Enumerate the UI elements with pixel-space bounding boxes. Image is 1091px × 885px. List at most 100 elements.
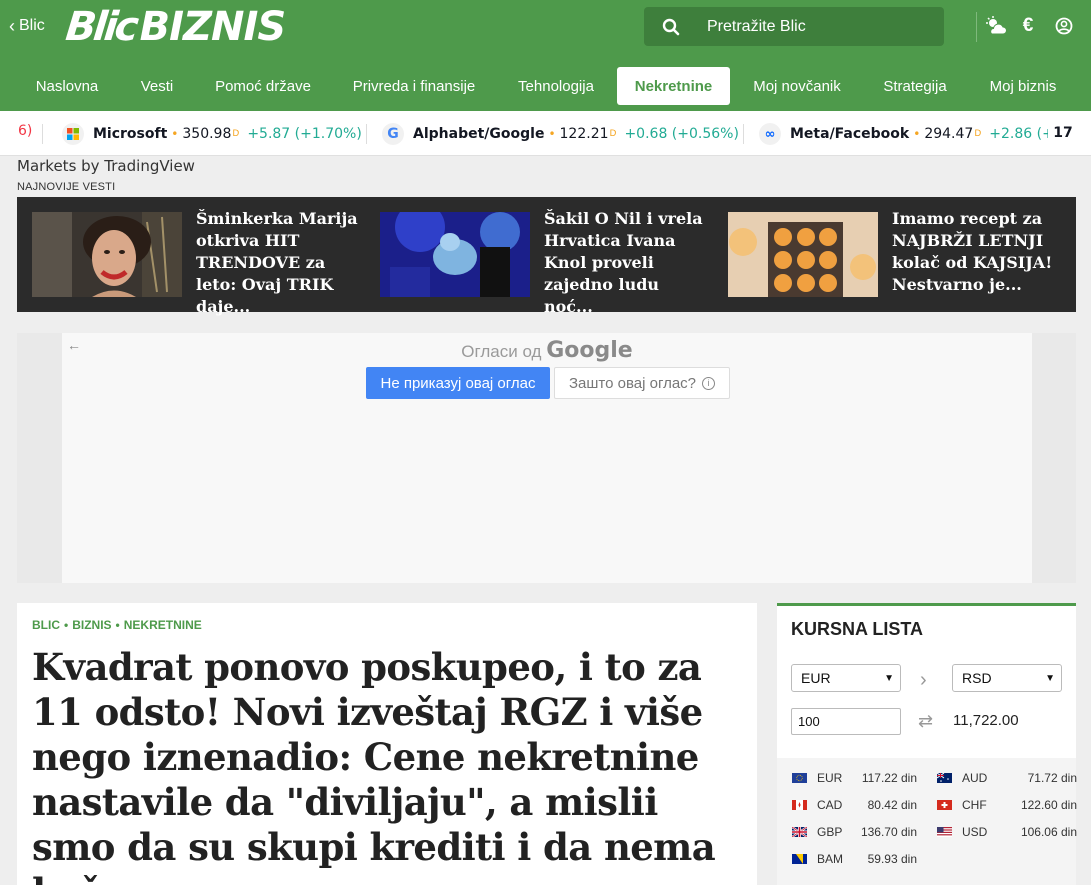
rate-code: AUD bbox=[962, 771, 988, 785]
us-flag-icon bbox=[937, 827, 952, 837]
nav-item-privreda-i-finansije[interactable]: Privreda i finansije bbox=[338, 67, 490, 105]
rate-value: 117.22 din bbox=[861, 771, 917, 785]
ads-by-google-label: Огласи од Google bbox=[62, 338, 1032, 363]
rate-value: 106.06 din bbox=[1020, 825, 1077, 839]
nav-item-moj-novcanik[interactable]: Moj novčanik bbox=[738, 67, 856, 105]
ticker-price: 294.47 bbox=[924, 126, 974, 142]
news-card[interactable]: Imamo recept za NAJBRŽI LETNJI kolač od … bbox=[728, 209, 1057, 297]
blic-biznis-logo[interactable]: Blic BIZNIS bbox=[63, 2, 287, 52]
news-headline[interactable]: Šminkerka Marija otkriva HIT TRENDOVE za… bbox=[196, 208, 361, 316]
logo-blic-text: Blic bbox=[63, 4, 139, 50]
ticker-suffix: D bbox=[974, 129, 982, 139]
rate-row-usd: USD 106.06 din bbox=[937, 823, 1077, 841]
google-wordmark: Google bbox=[546, 338, 633, 363]
breadcrumb: BLIC • BIZNIS • NEKRETNINE bbox=[32, 618, 202, 632]
breadcrumb-blic[interactable]: BLIC bbox=[32, 618, 60, 632]
nav-item-tehnologija[interactable]: Tehnologija bbox=[502, 67, 610, 105]
ad-frame: ← Огласи од Google Не приказуј овај огла… bbox=[62, 333, 1032, 583]
user-account-icon[interactable] bbox=[1053, 15, 1075, 37]
microsoft-logo-icon bbox=[62, 123, 84, 145]
ticker-status-dot: • bbox=[171, 127, 179, 141]
news-headline[interactable]: Imamo recept za NAJBRŽI LETNJI kolač od … bbox=[892, 208, 1057, 297]
tradingview-logo-icon[interactable]: 17 bbox=[1048, 119, 1078, 147]
ticker-change: +0.68 (+0.56%) bbox=[624, 126, 739, 142]
news-headline[interactable]: Šakil O Nil i vrela Hrvatica Ivana Knol … bbox=[544, 208, 709, 316]
from-currency-select[interactable]: EUR ▼ bbox=[791, 664, 901, 692]
ticker-divider bbox=[743, 124, 744, 144]
chevron-down-icon: ▼ bbox=[884, 672, 894, 684]
stock-ticker: 6) Microsoft • 350.98 D +5.87 (+1.70%) G … bbox=[0, 111, 1091, 156]
article-title: Kvadrat ponovo poskupeo, i to za 11 odst… bbox=[32, 645, 716, 885]
nav-item-strategija[interactable]: Strategija bbox=[868, 67, 962, 105]
ticker-item-microsoft[interactable]: Microsoft • 350.98 D +5.87 (+1.70%) bbox=[62, 123, 362, 145]
rate-code: EUR bbox=[817, 771, 843, 785]
ticker-name: Alphabet/Google bbox=[413, 126, 545, 142]
rate-value: 80.42 din bbox=[867, 798, 917, 812]
news-card[interactable]: Šminkerka Marija otkriva HIT TRENDOVE za… bbox=[32, 209, 361, 316]
why-this-ad-button[interactable]: Зашто овај оглас? i bbox=[554, 367, 730, 399]
news-thumbnail bbox=[32, 212, 182, 297]
search-icon bbox=[644, 18, 698, 36]
nav-item-nekretnine[interactable]: Nekretnine bbox=[617, 67, 730, 105]
markets-by-tradingview-link[interactable]: Markets by TradingView bbox=[17, 157, 195, 175]
nav-item-pomoc-drzave[interactable]: Pomoć države bbox=[200, 67, 326, 105]
exchange-rate-widget: KURSNA LISTA EUR ▼ › RSD ▼ 100 ⇄ 11,722.… bbox=[777, 603, 1077, 885]
gb-flag-icon bbox=[792, 827, 807, 837]
rate-row-cad: CAD 80.42 din bbox=[792, 796, 917, 814]
au-flag-icon bbox=[937, 773, 952, 783]
breadcrumb-separator: • bbox=[64, 618, 69, 632]
from-currency-value: EUR bbox=[801, 670, 831, 686]
ticker-suffix: D bbox=[609, 129, 617, 139]
eu-flag-icon bbox=[792, 773, 807, 783]
rate-value: 136.70 din bbox=[860, 825, 917, 839]
news-thumbnail bbox=[380, 212, 530, 297]
back-to-blic-link[interactable]: ‹ Blic bbox=[9, 17, 45, 35]
main-navigation: Naslovna Vesti Pomoć države Privreda i f… bbox=[0, 67, 1091, 107]
ticker-item-meta[interactable]: ∞ Meta/Facebook • 294.47 D +2.86 (+0 bbox=[759, 123, 1063, 145]
stop-seeing-ad-button[interactable]: Не приказуј овај оглас bbox=[366, 367, 550, 399]
rate-row-aud: AUD 71.72 din bbox=[937, 769, 1077, 787]
swap-arrows-icon[interactable]: ⇄ bbox=[918, 711, 933, 732]
news-thumbnail bbox=[728, 212, 878, 297]
nav-item-naslovna[interactable]: Naslovna bbox=[18, 67, 116, 105]
ticker-partial-item[interactable]: 6) bbox=[18, 123, 32, 139]
rate-code: USD bbox=[962, 825, 988, 839]
rate-row-gbp: GBP 136.70 din bbox=[792, 823, 917, 841]
ads-by-text: Огласи од bbox=[461, 342, 542, 361]
ticker-price: 350.98 bbox=[182, 126, 232, 142]
nav-item-vesti[interactable]: Vesti bbox=[124, 67, 190, 105]
euro-icon[interactable]: € bbox=[1017, 15, 1039, 37]
advertisement-area: ← Огласи од Google Не приказуј овај огла… bbox=[17, 333, 1076, 583]
rate-code: BAM bbox=[817, 852, 844, 866]
ticker-status-dot: • bbox=[548, 127, 556, 141]
amount-input[interactable]: 100 bbox=[791, 708, 901, 735]
why-this-ad-label: Зашто овај оглас? bbox=[568, 374, 697, 392]
weather-icon[interactable] bbox=[985, 15, 1007, 37]
ticker-item-alphabet[interactable]: G Alphabet/Google • 122.21 D +0.68 (+0.56… bbox=[382, 123, 739, 145]
rate-row-bam: BAM 59.93 din bbox=[792, 850, 917, 868]
conversion-result: 11,722.00 bbox=[953, 712, 1019, 729]
back-label: Blic bbox=[19, 17, 45, 34]
rate-value: 71.72 din bbox=[1027, 771, 1077, 785]
ticker-name: Microsoft bbox=[93, 126, 168, 142]
search-box[interactable]: Pretražite Blic bbox=[644, 7, 944, 46]
ca-flag-icon bbox=[792, 800, 807, 810]
rate-code: CAD bbox=[817, 798, 843, 812]
search-placeholder: Pretražite Blic bbox=[707, 17, 806, 35]
rate-value: 59.93 din bbox=[867, 852, 917, 866]
ticker-price: 122.21 bbox=[559, 126, 609, 142]
rate-code: CHF bbox=[962, 798, 987, 812]
nav-item-moj-biznis[interactable]: Moj biznis bbox=[974, 67, 1072, 105]
breadcrumb-separator: • bbox=[115, 618, 120, 632]
breadcrumb-nekretnine[interactable]: NEKRETNINE bbox=[124, 618, 202, 632]
ticker-change: +5.87 (+1.70%) bbox=[247, 126, 362, 142]
site-header: ‹ Blic Blic BIZNIS Pretražite Blic € Nas… bbox=[0, 0, 1091, 111]
to-currency-select[interactable]: RSD ▼ bbox=[952, 664, 1062, 692]
ticker-status-dot: • bbox=[913, 127, 921, 141]
news-card[interactable]: Šakil O Nil i vrela Hrvatica Ivana Knol … bbox=[380, 209, 709, 316]
breadcrumb-biznis[interactable]: BIZNIS bbox=[72, 618, 111, 632]
ticker-partial-change: 6) bbox=[18, 123, 33, 139]
ticker-suffix: D bbox=[232, 129, 240, 139]
ticker-divider bbox=[42, 124, 43, 144]
info-icon: i bbox=[702, 376, 716, 390]
